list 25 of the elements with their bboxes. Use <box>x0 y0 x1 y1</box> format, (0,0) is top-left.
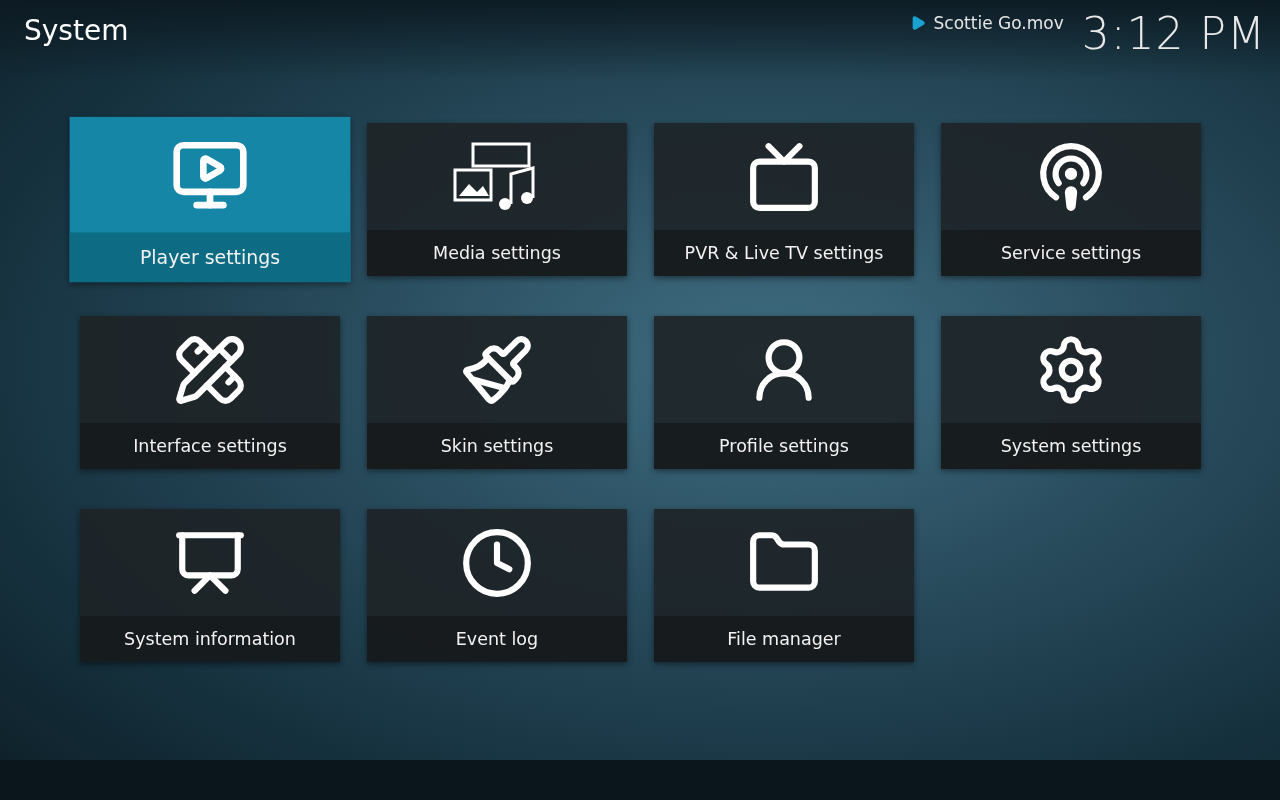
settings-tile[interactable]: Service settings <box>941 123 1201 276</box>
settings-tile[interactable]: Event log <box>367 509 627 662</box>
settings-tile[interactable]: File manager <box>654 509 914 662</box>
clock: 3:12 PM <box>1081 12 1266 56</box>
tile-label: System settings <box>941 423 1201 469</box>
tile-label: File manager <box>654 616 914 662</box>
tile-label: Media settings <box>367 230 627 276</box>
tile-label: Interface settings <box>80 423 340 469</box>
window-title: System <box>24 14 129 47</box>
settings-tile[interactable]: Profile settings <box>654 316 914 469</box>
now-playing-title: Scottie Go.mov <box>933 13 1064 33</box>
tile-label: PVR & Live TV settings <box>654 230 914 276</box>
settings-tile[interactable]: Player settings <box>69 116 351 283</box>
settings-tile[interactable]: System settings <box>941 316 1201 469</box>
settings-tile[interactable]: Interface settings <box>80 316 340 469</box>
tile-label: Player settings <box>69 232 351 283</box>
settings-tile[interactable]: PVR & Live TV settings <box>654 123 914 276</box>
settings-tile[interactable]: System information <box>80 509 340 662</box>
settings-tile[interactable]: Media settings <box>367 123 627 276</box>
tile-label: Skin settings <box>367 423 627 469</box>
tile-label: Service settings <box>941 230 1201 276</box>
settings-tile[interactable]: Skin settings <box>367 316 627 469</box>
tile-label: Event log <box>367 616 627 662</box>
tile-label: System information <box>80 616 340 662</box>
tile-label: Profile settings <box>654 423 914 469</box>
